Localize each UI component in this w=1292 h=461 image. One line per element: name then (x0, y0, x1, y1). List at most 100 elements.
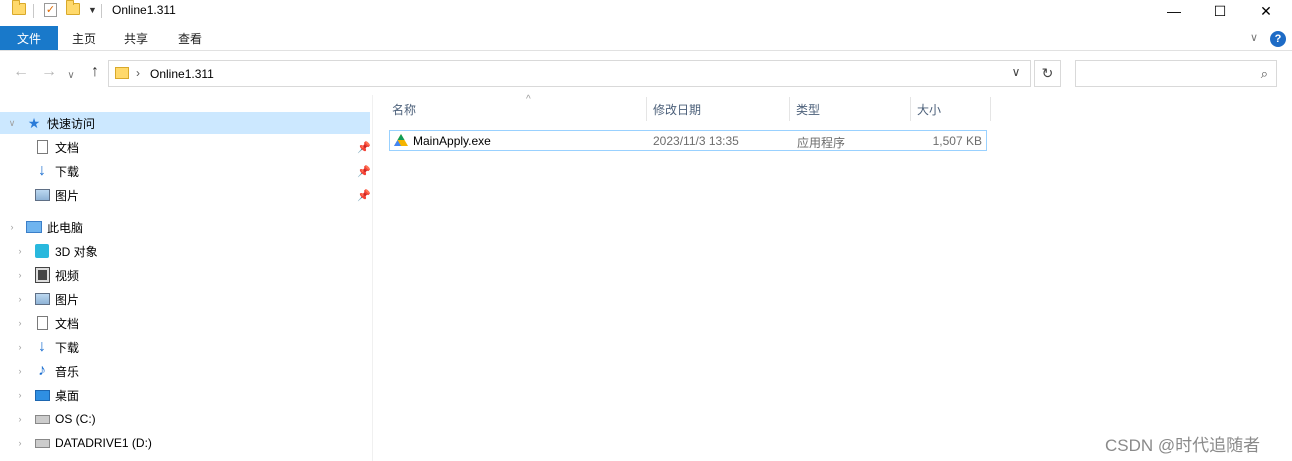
address-bar[interactable]: › Online1.311 ∨ (108, 60, 1031, 87)
column-header-label: 大小 (917, 102, 942, 117)
pin-icon[interactable]: 📌 (357, 189, 371, 202)
sidebar-item-label: 文档 (55, 316, 80, 331)
download-icon: ↓ (38, 162, 46, 179)
folder-icon (12, 0, 26, 15)
search-input[interactable]: ⌕ (1075, 60, 1277, 87)
application-icon (394, 134, 408, 146)
back-arrow-icon[interactable]: ← (11, 62, 31, 82)
column-header-label: 名称 (392, 102, 417, 117)
recent-locations-chevron-icon[interactable]: ∨ (61, 65, 81, 85)
expander-icon[interactable]: ∨ (6, 118, 18, 129)
folder-icon (115, 67, 129, 79)
music-note-icon: ♪ (38, 362, 46, 379)
separator (101, 4, 102, 18)
sidebar-item-label: OS (C:) (55, 412, 96, 426)
up-arrow-icon[interactable]: ↑ (85, 62, 105, 82)
sidebar-item-desktop[interactable]: › 桌面 (14, 384, 370, 406)
expand-ribbon-chevron-icon[interactable]: ∨ (1250, 31, 1258, 44)
expander-icon[interactable]: › (6, 222, 18, 232)
windows-drive-icon (34, 411, 50, 427)
table-row[interactable]: MainApply.exe 2023/11/3 13:35 应用程序 1,507… (389, 130, 987, 151)
sidebar-item-quick-access[interactable]: ∨ ★ 快速访问 (0, 112, 370, 134)
picture-icon (34, 187, 50, 203)
sidebar-item-label: 此电脑 (47, 220, 84, 235)
sidebar-item-label: 图片 (55, 188, 80, 203)
sidebar-item-drive-c[interactable]: › OS (C:) (14, 408, 370, 430)
expander-icon[interactable]: › (14, 438, 26, 448)
expander-icon[interactable]: › (14, 294, 26, 304)
forward-arrow-icon[interactable]: → (39, 62, 59, 82)
sidebar-item-music[interactable]: › ♪ 音乐 (14, 360, 370, 382)
sidebar-item-downloads[interactable]: › ↓ 下载 (14, 336, 370, 358)
sidebar-item-pictures[interactable]: › 图片 (14, 288, 370, 310)
desktop-icon (34, 387, 50, 403)
sidebar-item-3d-objects[interactable]: › 3D 对象 (14, 240, 370, 262)
sidebar-item-label: 桌面 (55, 388, 80, 403)
sidebar-item-drive-d[interactable]: › DATADRIVE1 (D:) (14, 432, 370, 454)
help-icon[interactable]: ? (1270, 31, 1286, 47)
expander-icon[interactable]: › (14, 270, 26, 280)
properties-button[interactable]: ✓ (44, 3, 57, 17)
file-modified: 2023/11/3 13:35 (653, 134, 739, 148)
new-folder-button[interactable] (66, 0, 80, 15)
refresh-button[interactable]: ↻ (1034, 60, 1061, 87)
file-size: 1,507 KB (932, 134, 982, 148)
file-name: MainApply.exe (413, 134, 491, 148)
sidebar-item-label: 3D 对象 (55, 244, 98, 259)
sidebar-item-videos[interactable]: › 视频 (14, 264, 370, 286)
column-header-label: 类型 (796, 102, 821, 117)
expander-icon[interactable]: › (14, 318, 26, 328)
window-title: Online1.311 (112, 3, 176, 17)
expander-icon[interactable]: › (14, 246, 26, 256)
ribbon: 文件 主页 共享 查看 ∨ ? (0, 26, 1292, 51)
sidebar-item-this-pc[interactable]: › 此电脑 (6, 216, 370, 238)
sidebar-item-label: DATADRIVE1 (D:) (55, 436, 152, 450)
expander-icon[interactable]: › (14, 366, 26, 376)
sidebar-item-label: 快速访问 (47, 116, 96, 131)
download-icon: ↓ (38, 338, 46, 355)
sidebar-item-label: 音乐 (55, 364, 80, 379)
breadcrumb-chevron-icon[interactable]: › (136, 66, 140, 80)
film-icon (34, 267, 50, 283)
star-icon: ★ (27, 114, 41, 131)
expander-icon[interactable]: › (14, 342, 26, 352)
file-type: 应用程序 (797, 136, 846, 150)
document-icon (34, 139, 50, 155)
expander-icon[interactable]: › (14, 390, 26, 400)
sidebar-item-pictures-quick[interactable]: 图片 📌 (34, 184, 371, 206)
tab-home[interactable]: 主页 (72, 26, 96, 50)
column-header-type[interactable]: 类型 (792, 97, 911, 121)
picture-icon (34, 291, 50, 307)
sidebar-item-documents[interactable]: › 文档 (14, 312, 370, 334)
separator (33, 4, 34, 18)
sidebar-item-documents-quick[interactable]: 文档 📌 (34, 136, 371, 158)
drive-icon (34, 435, 50, 451)
close-button[interactable]: ✕ (1243, 0, 1289, 22)
sidebar-item-downloads-quick[interactable]: ↓ 下载 📌 (34, 160, 371, 182)
tab-share[interactable]: 共享 (124, 26, 148, 50)
tab-file[interactable]: 文件 (0, 26, 58, 50)
address-history-chevron-icon[interactable]: ∨ (1007, 65, 1025, 79)
tab-view[interactable]: 查看 (178, 26, 202, 50)
sidebar-item-label: 文档 (55, 140, 80, 155)
search-icon[interactable]: ⌕ (1261, 66, 1268, 82)
column-header-name[interactable]: 名称 ^ (388, 94, 647, 121)
computer-icon (26, 219, 42, 235)
document-icon (34, 315, 50, 331)
watermark: CSDN @时代追随者 (1105, 436, 1261, 455)
pin-icon[interactable]: 📌 (357, 165, 371, 178)
title-bar: ✓ ▼ Online1.311 — ☐ ✕ (0, 0, 1292, 24)
breadcrumb[interactable]: Online1.311 (150, 67, 214, 81)
file-list: 名称 ^ 修改日期 类型 大小 MainApply.exe 2023/11/3 … (374, 94, 1292, 461)
customize-toolbar-chevron-icon[interactable]: ▼ (88, 5, 97, 15)
sidebar-item-label: 视频 (55, 268, 80, 283)
expander-icon[interactable]: › (14, 414, 26, 424)
maximize-button[interactable]: ☐ (1197, 0, 1243, 22)
navigation-pane: ∨ ★ 快速访问 文档 📌 ↓ 下载 📌 图片 📌 › 此电脑 › 3D 对象 … (0, 95, 373, 461)
pin-icon[interactable]: 📌 (357, 141, 371, 154)
column-header-modified[interactable]: 修改日期 (649, 97, 790, 121)
sidebar-item-label: 下载 (55, 164, 80, 179)
minimize-button[interactable]: — (1151, 0, 1197, 22)
sidebar-item-label: 图片 (55, 292, 80, 307)
column-header-size[interactable]: 大小 (913, 97, 991, 121)
